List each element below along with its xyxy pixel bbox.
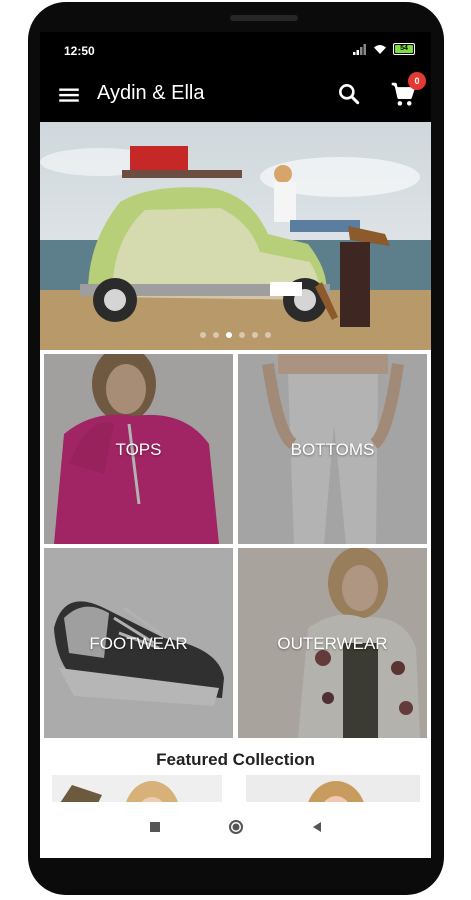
battery-level: 54 xyxy=(400,45,408,52)
signal-icon xyxy=(353,43,366,55)
featured-image xyxy=(52,775,222,802)
featured-product-thumb[interactable] xyxy=(52,775,222,802)
banner-indicators xyxy=(40,332,431,338)
status-icons: 54 xyxy=(353,43,415,55)
hero-banner[interactable] xyxy=(40,122,431,350)
banner-dot[interactable] xyxy=(200,332,206,338)
app-title: Aydin & Ella xyxy=(97,82,205,104)
category-tile-bottoms[interactable]: BOTTOMS xyxy=(238,354,427,544)
back-icon[interactable] xyxy=(310,820,324,834)
system-nav-bar xyxy=(40,802,431,858)
category-label-bottoms: BOTTOMS xyxy=(290,440,375,459)
recents-icon[interactable] xyxy=(148,820,162,834)
category-tile-footwear[interactable]: FOOTWEAR xyxy=(44,548,233,738)
banner-dot[interactable] xyxy=(213,332,219,338)
wifi-icon xyxy=(374,44,386,54)
featured-product-thumb[interactable] xyxy=(246,775,420,802)
category-label-outerwear: OUTERWEAR xyxy=(277,634,388,653)
category-label-footwear: FOOTWEAR xyxy=(89,634,188,653)
speaker-grille xyxy=(230,15,298,21)
featured-collection-title: Featured Collection xyxy=(156,750,315,769)
banner-image xyxy=(40,122,431,350)
banner-dot[interactable] xyxy=(252,332,258,338)
home-icon[interactable] xyxy=(227,818,245,836)
category-label-tops: TOPS xyxy=(115,440,162,459)
menu-icon[interactable] xyxy=(56,82,82,108)
search-icon[interactable] xyxy=(336,81,362,107)
status-time: 12:50 xyxy=(64,44,95,58)
banner-dot-active[interactable] xyxy=(226,332,232,338)
cart-count-badge: 0 xyxy=(408,72,426,90)
category-tile-outerwear[interactable]: OUTERWEAR xyxy=(238,548,427,738)
banner-dot[interactable] xyxy=(239,332,245,338)
category-tile-tops[interactable]: TOPS xyxy=(44,354,233,544)
main-content: TOPS BOTTOMS FOOTWEAR OUTERWEAR Featured… xyxy=(40,122,431,802)
featured-image xyxy=(246,775,420,802)
battery-icon: 54 xyxy=(393,43,415,55)
app-bar: Aydin & Ella 0 xyxy=(40,68,431,122)
banner-dot[interactable] xyxy=(265,332,271,338)
app-screen: 12:50 54 Aydin & Ella 0 TOPS BOTTOMS FOO… xyxy=(40,32,431,858)
status-bar: 12:50 54 xyxy=(40,32,431,68)
